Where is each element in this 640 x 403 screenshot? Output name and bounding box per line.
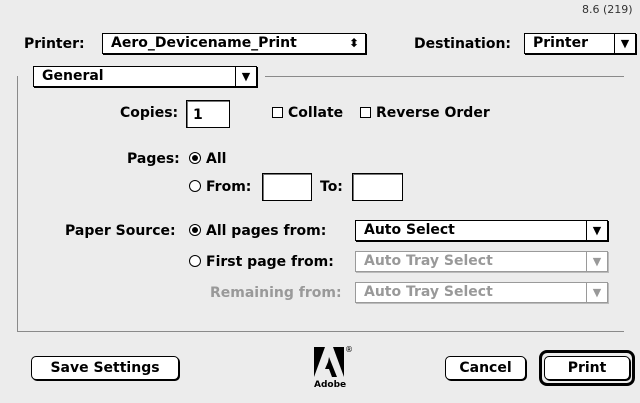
all-pages-value: Auto Select	[364, 222, 455, 238]
cancel-button[interactable]: Cancel	[445, 356, 526, 380]
panel-border-top	[265, 76, 624, 77]
chevron-down-icon: ▼	[586, 221, 607, 240]
all-pages-label: All pages from:	[206, 223, 327, 239]
pages-to-field[interactable]	[352, 173, 403, 201]
adobe-logo-icon	[314, 347, 344, 377]
chevron-down-icon: ▼	[614, 34, 635, 53]
printer-value: Aero_Devicename_Print	[111, 35, 297, 51]
radio-icon	[189, 255, 201, 267]
first-page-radio[interactable]: First page from:	[189, 252, 334, 272]
copies-value: 1	[193, 107, 203, 123]
adobe-logo: ® Adobe	[308, 345, 353, 395]
paper-source-label: Paper Source:	[65, 223, 176, 239]
print-button[interactable]: Print	[544, 356, 630, 380]
adobe-wordmark: Adobe	[314, 380, 347, 390]
version-label: 8.6 (219)	[582, 3, 633, 16]
pages-from-field[interactable]	[262, 173, 312, 201]
radio-selected-icon	[189, 152, 201, 164]
reverse-order-label: Reverse Order	[376, 105, 490, 121]
all-pages-popup[interactable]: Auto Select ▼	[355, 220, 608, 241]
chevron-down-icon: ▼	[586, 283, 607, 302]
registered-mark: ®	[345, 345, 353, 354]
panel-popup[interactable]: General ▼	[33, 66, 257, 87]
panel-value: General	[42, 68, 104, 84]
collate-label: Collate	[288, 105, 344, 121]
checkbox-icon	[272, 107, 283, 118]
remaining-label: Remaining from:	[210, 285, 342, 301]
first-page-value: Auto Tray Select	[364, 253, 493, 269]
collate-checkbox[interactable]: Collate	[272, 103, 343, 123]
pages-to-label: To:	[320, 179, 343, 195]
destination-popup[interactable]: Printer ▼	[524, 33, 636, 54]
save-settings-button[interactable]: Save Settings	[31, 356, 179, 380]
panel-border-bottom	[17, 331, 624, 332]
all-pages-radio[interactable]: All pages from:	[189, 221, 326, 241]
pages-all-label: All	[206, 151, 227, 167]
updown-arrows-icon: ⬍	[348, 36, 359, 50]
chevron-down-icon: ▼	[586, 252, 607, 271]
panel-border-left	[17, 76, 18, 332]
printer-label: Printer:	[24, 36, 85, 52]
destination-value: Printer	[533, 35, 589, 51]
pages-label: Pages:	[127, 151, 180, 167]
checkbox-icon	[360, 107, 371, 118]
remaining-popup: Auto Tray Select ▼	[355, 282, 608, 303]
pages-from-radio[interactable]: From:	[189, 177, 251, 197]
radio-icon	[189, 180, 201, 192]
reverse-order-checkbox[interactable]: Reverse Order	[360, 103, 490, 123]
pages-from-label: From:	[206, 179, 252, 195]
copies-label: Copies:	[120, 105, 179, 121]
chevron-down-icon: ▼	[235, 67, 256, 86]
copies-field[interactable]: 1	[186, 100, 230, 128]
first-page-label: First page from:	[206, 254, 334, 270]
pages-all-radio[interactable]: All	[189, 149, 226, 169]
radio-selected-icon	[189, 224, 201, 236]
printer-popup[interactable]: Aero_Devicename_Print ⬍	[102, 33, 366, 54]
destination-label: Destination:	[414, 36, 512, 52]
first-page-popup: Auto Tray Select ▼	[355, 251, 608, 272]
remaining-value: Auto Tray Select	[364, 284, 493, 300]
